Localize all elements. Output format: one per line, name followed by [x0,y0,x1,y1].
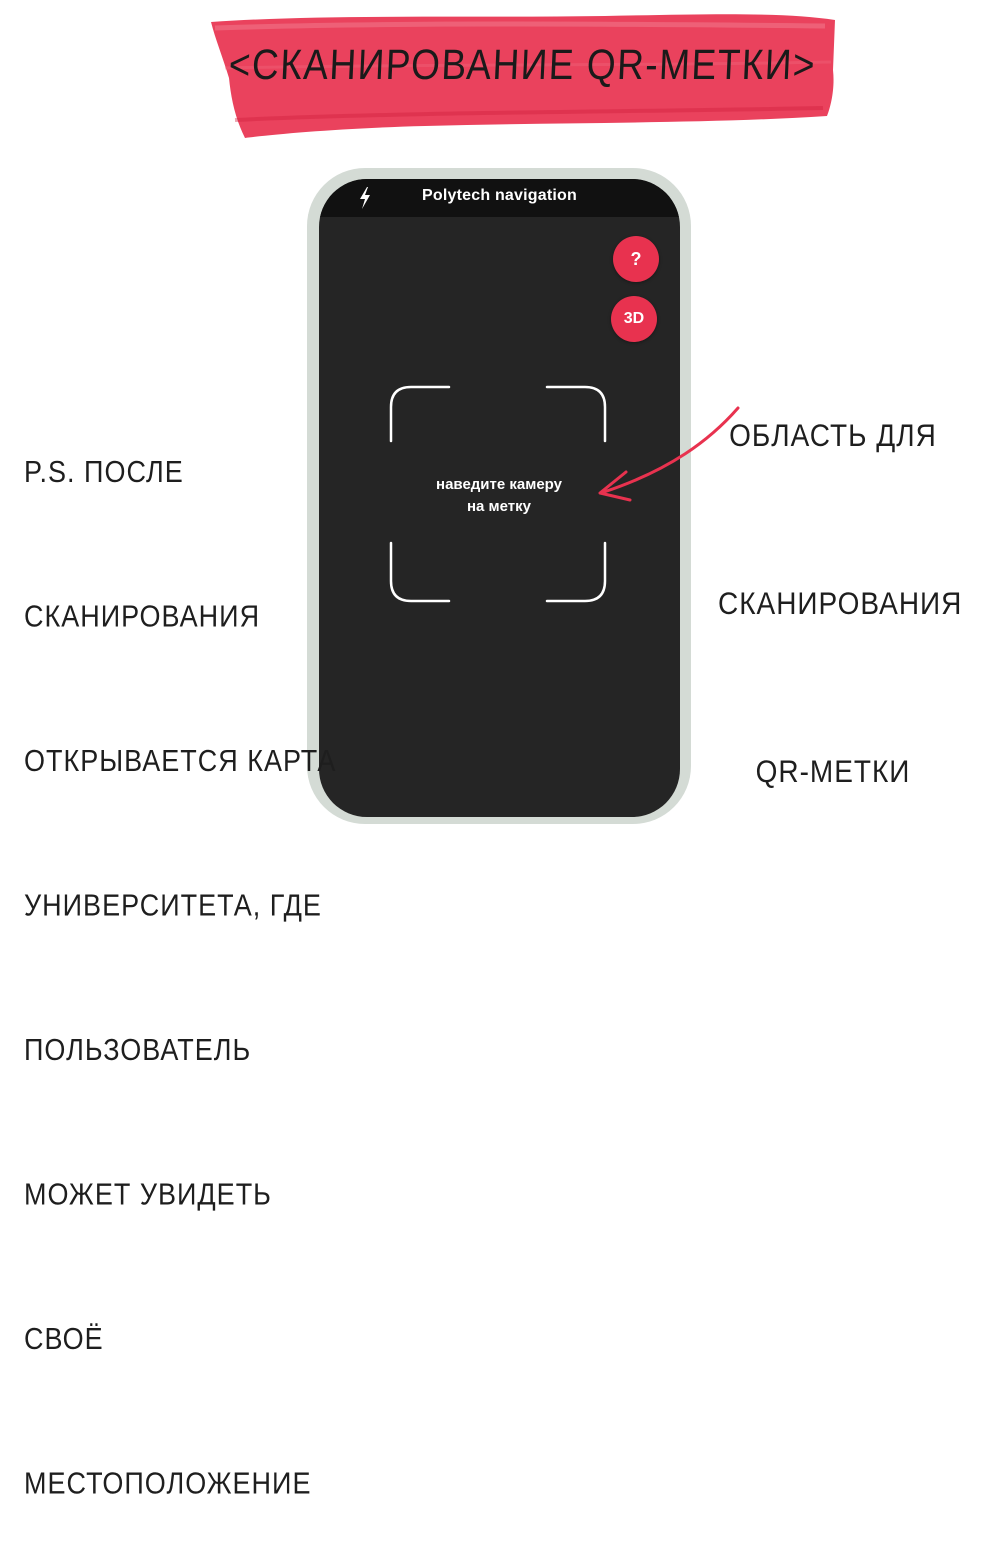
app-title: Polytech navigation [422,187,577,204]
annotation-line: СКАНИРОВАНИЯ [24,599,261,634]
annotation-line: ПОЛЬЗОВАТЕЛЬ [24,1032,252,1067]
annotation-line: СКАНИРОВАНИЯ [718,586,963,621]
scan-hint: наведите камеру на метку [379,474,619,518]
annotation-line: ОТКРЫВАЕТСЯ КАРТА [24,744,337,778]
annotation-scan-area: ОБЛАСТЬ ДЛЯ СКАНИРОВАНИЯ QR-МЕТКИ [718,296,963,856]
header-banner: <СКАНИРОВАНИЕ QR-МЕТКИ> [205,8,840,140]
help-button[interactable]: ? [613,236,659,282]
annotation-line: P.S. ПОСЛЕ [24,455,184,489]
annotation-line: QR-МЕТКИ [755,754,911,789]
annotation-line: ОБЛАСТЬ ДЛЯ [729,418,937,453]
scan-hint-line: на метку [466,498,531,515]
page-title: <СКАНИРОВАНИЕ QR-МЕТКИ> [227,40,818,88]
app-header: Polytech navigation [319,179,680,217]
annotation-line: МЕСТОПОЛОЖЕНИЕ [24,1466,312,1500]
annotation-line: СВОЁ [24,1321,104,1356]
arrow-icon [598,406,740,502]
annotation-line: УНИВЕРСИТЕТА, ГДЕ [24,888,322,923]
view-3d-button[interactable]: 3D [611,296,657,342]
scan-hint-line: наведите камеру [436,476,562,493]
annotation-ps-note: P.S. ПОСЛЕ СКАНИРОВАНИЯ ОТКРЫВАЕТСЯ КАРТ… [24,352,336,1556]
annotation-line: МОЖЕТ УВИДЕТЬ [24,1177,272,1212]
